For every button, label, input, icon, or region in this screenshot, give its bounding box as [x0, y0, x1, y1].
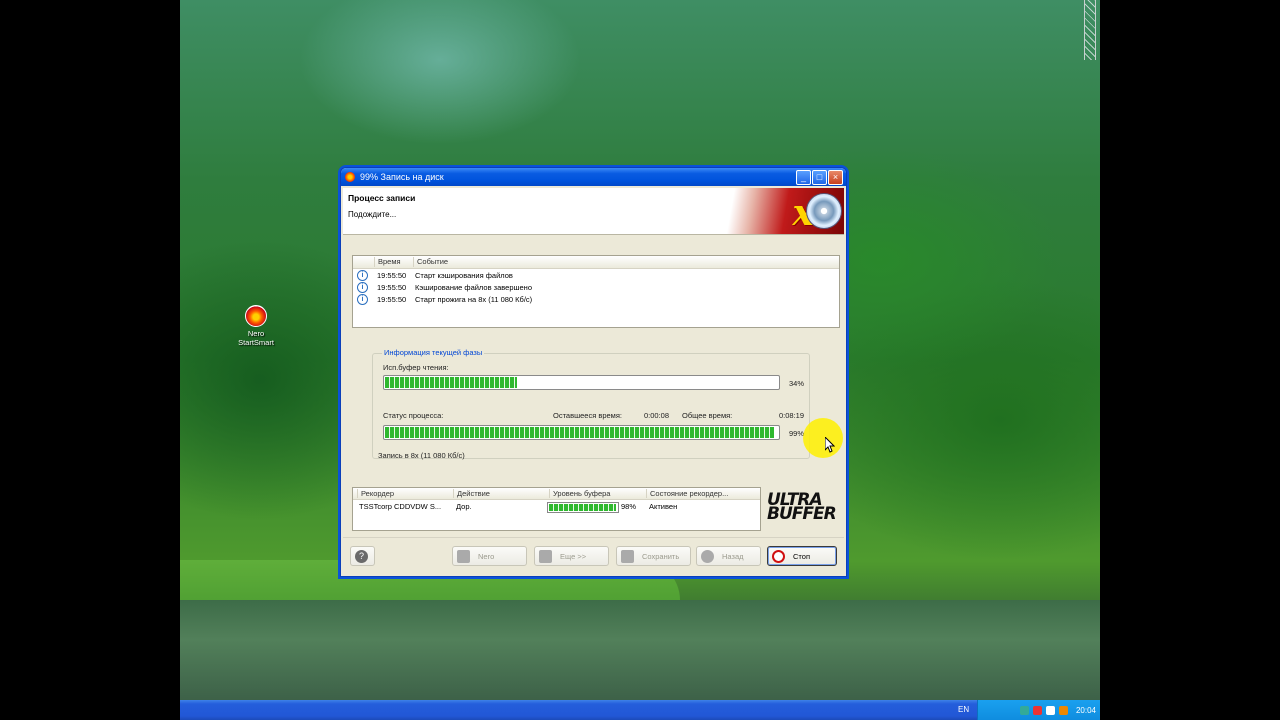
rec-col-action[interactable]: Действие: [453, 489, 490, 498]
footer-separator: [343, 537, 844, 538]
ultrabuffer-logo-line2: BUFFER: [767, 504, 837, 524]
help-icon: ?: [355, 549, 368, 563]
window-controls: _ □ ×: [796, 170, 843, 185]
rec-action: Дор.: [456, 502, 472, 511]
background-lake: [180, 600, 1100, 700]
title-bar[interactable]: 99% Запись на диск _ □ ×: [341, 168, 846, 186]
remaining-label: Оставшееся время:: [553, 411, 622, 420]
log-col-time[interactable]: Время: [374, 257, 401, 267]
log-time: 19:55:50: [377, 283, 407, 292]
info-icon: i: [357, 270, 368, 281]
maximize-button[interactable]: □: [812, 170, 827, 185]
volume-icon[interactable]: [1058, 705, 1068, 715]
disc-icon: [806, 193, 842, 229]
ultrabuffer-logo: ULTRA BUFFER: [767, 492, 839, 524]
rec-col-recorder[interactable]: Рекордер: [357, 489, 394, 498]
info-icon: i: [357, 282, 368, 293]
rec-state: Активен: [649, 502, 678, 511]
header-subtitle: Подождите...: [348, 210, 397, 219]
tray-app-icon[interactable]: [1045, 705, 1055, 715]
log-event: Старт прожига на 8x (11 080 Кб/с): [415, 295, 533, 304]
more-button[interactable]: Еще >>: [534, 546, 609, 566]
system-tray: EN 20:04: [958, 700, 1100, 720]
cursor-highlight: [803, 418, 843, 458]
mouse-cursor-icon: [825, 437, 835, 453]
info-icon: i: [357, 294, 368, 305]
nero-logo: x: [714, 188, 844, 234]
taskbar: EN 20:04: [180, 700, 1100, 720]
save-button[interactable]: Сохранить: [616, 546, 691, 566]
log-time: 19:55:50: [377, 271, 407, 280]
rec-col-buffer[interactable]: Уровень буфера: [549, 489, 610, 498]
window-title: 99% Запись на диск: [360, 172, 444, 182]
network-icon[interactable]: [1019, 705, 1029, 715]
nero-wizard-icon: [457, 549, 470, 563]
rec-buffer-bar: [547, 502, 619, 513]
total-value: 0:08:19: [779, 411, 805, 420]
phase-info-group: Информация текущей фазы Исп.буфер чтения…: [372, 348, 810, 459]
read-buffer-fill: [385, 377, 518, 388]
close-button[interactable]: ×: [828, 170, 843, 185]
burn-window: 99% Запись на диск _ □ × Процесс записи …: [340, 167, 847, 577]
log-time: 19:55:50: [377, 295, 407, 304]
recorder-header: Рекордер Действие Уровень буфера Состоян…: [353, 488, 760, 500]
desktop-icon-label-2: StartSmart: [238, 338, 274, 347]
read-buffer-bar: [383, 375, 780, 390]
minimize-button[interactable]: _: [796, 170, 811, 185]
log-row: i 19:55:50 Старт кэширования файлов: [353, 269, 839, 281]
progress-pct: 99%: [789, 429, 805, 438]
language-indicator[interactable]: EN: [958, 705, 969, 714]
clock[interactable]: 20:04: [1076, 706, 1096, 715]
more-button-label: Еще >>: [560, 551, 587, 561]
rec-recorder-name: TSSTcorp CDDVDW S...: [359, 502, 442, 511]
desktop: Nero StartSmart 99% Запись на диск _ □ ×…: [180, 0, 1100, 720]
read-buffer-pct: 34%: [789, 379, 805, 388]
more-icon: [539, 549, 552, 563]
remaining-value: 0:00:08: [644, 411, 670, 420]
back-arrow-icon: [701, 549, 714, 563]
log-header: Время Событие: [353, 256, 839, 269]
back-button[interactable]: Назад: [696, 546, 761, 566]
background-tower: [1084, 0, 1096, 60]
header-panel: Процесс записи Подождите... x: [343, 188, 844, 235]
stop-button[interactable]: Стоп: [767, 546, 837, 566]
event-log[interactable]: Время Событие i 19:55:50 Старт кэширован…: [352, 255, 840, 328]
nero-button[interactable]: Nero: [452, 546, 527, 566]
rec-buffer-fill: [549, 504, 616, 511]
header-title: Процесс записи: [348, 193, 416, 203]
nero-tray-icon[interactable]: [1032, 705, 1042, 715]
help-button[interactable]: ?: [350, 546, 375, 566]
desktop-icon-nero-startsmart[interactable]: Nero StartSmart: [228, 305, 284, 347]
nero-app-icon: [345, 172, 355, 182]
rec-buffer-pct: 98%: [621, 502, 637, 511]
progress-fill: [385, 427, 775, 438]
log-event: Кэширование файлов завершено: [415, 283, 532, 292]
phase-title: Информация текущей фазы: [382, 348, 485, 357]
status-label: Статус процесса:: [383, 411, 444, 420]
save-button-label: Сохранить: [642, 551, 680, 561]
log-col-event[interactable]: Событие: [413, 257, 448, 267]
stop-icon: [772, 549, 785, 563]
total-label: Общее время:: [682, 411, 733, 420]
stop-button-label: Стоп: [793, 551, 810, 561]
desktop-icon-label-1: Nero: [247, 329, 265, 338]
save-floppy-icon: [621, 549, 634, 563]
nero-button-label: Nero: [478, 551, 495, 561]
nero-icon: [245, 305, 267, 327]
read-buffer-label: Исп.буфер чтения:: [383, 363, 449, 372]
recorder-table[interactable]: Рекордер Действие Уровень буфера Состоян…: [352, 487, 761, 531]
log-event: Старт кэширования файлов: [415, 271, 513, 280]
progress-bar: [383, 425, 780, 440]
log-row: i 19:55:50 Старт прожига на 8x (11 080 К…: [353, 293, 839, 305]
speed-text: Запись в 8x (11 080 Кб/с): [378, 451, 465, 460]
rec-col-state[interactable]: Состояние рекордер...: [646, 489, 728, 498]
log-row: i 19:55:50 Кэширование файлов завершено: [353, 281, 839, 293]
back-button-label: Назад: [722, 551, 744, 561]
